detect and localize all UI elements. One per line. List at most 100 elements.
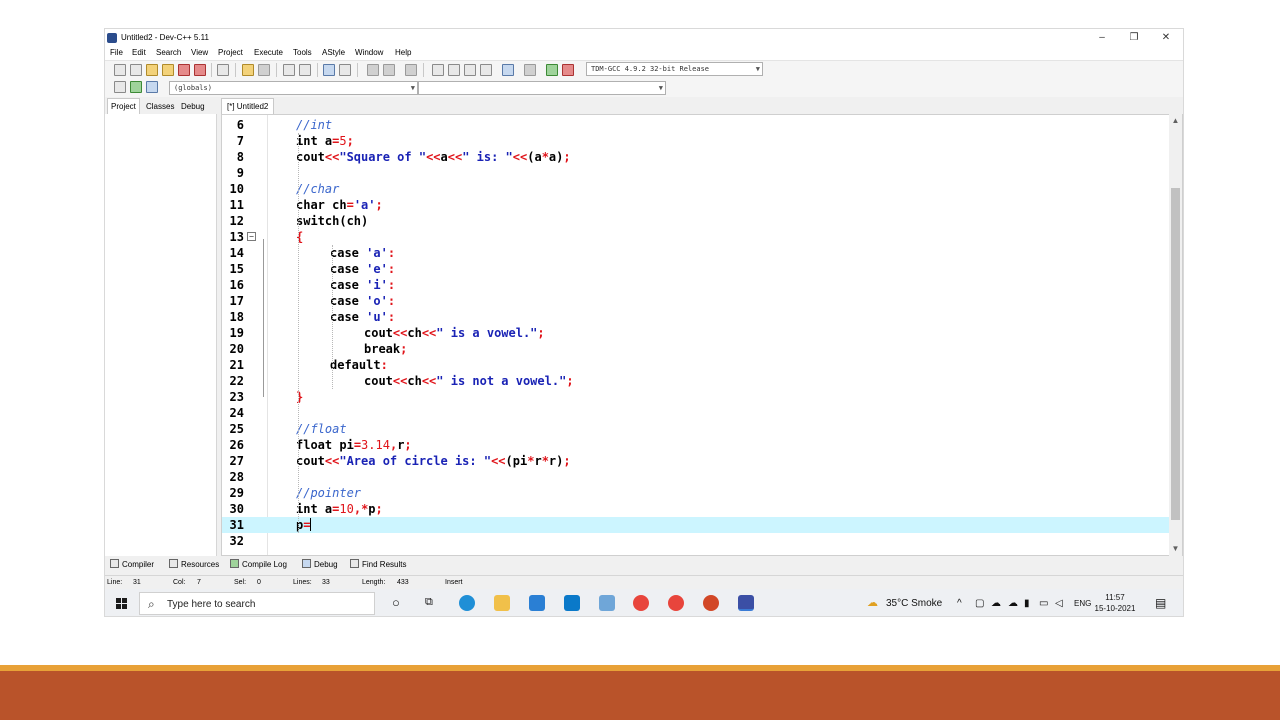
powerpoint-icon[interactable] xyxy=(703,595,719,611)
string: 'a' xyxy=(366,246,388,260)
cortana-icon[interactable]: ○ xyxy=(392,595,400,610)
line-number: 17 xyxy=(229,294,244,308)
menu-tools[interactable]: Tools xyxy=(293,48,312,57)
menu-astyle[interactable]: AStyle xyxy=(322,48,345,57)
tab-debug-output[interactable]: Debug xyxy=(302,559,338,569)
scrollbar-thumb[interactable] xyxy=(1171,188,1180,520)
semicolon: ; xyxy=(375,502,383,516)
open-project-icon[interactable] xyxy=(130,64,142,76)
syntax-check-icon[interactable] xyxy=(502,64,514,76)
editor-vertical-scrollbar[interactable]: ▲ ▼ xyxy=(1169,114,1182,556)
undo-icon[interactable] xyxy=(242,64,254,76)
save-icon[interactable] xyxy=(146,64,158,76)
chart-icon[interactable] xyxy=(546,64,558,76)
code-line: 16 case 'i': xyxy=(222,277,1172,293)
save-all-icon[interactable] xyxy=(162,64,174,76)
replace-icon[interactable] xyxy=(299,64,311,76)
line-number: 20 xyxy=(229,342,244,356)
bookmark-icon[interactable] xyxy=(405,64,417,76)
task-view-icon[interactable]: ⧉ xyxy=(425,596,433,609)
menu-execute[interactable]: Execute xyxy=(254,48,283,57)
line-number: 8 xyxy=(236,150,244,164)
store-icon[interactable] xyxy=(564,595,580,611)
speaker-icon[interactable]: ◁ xyxy=(1055,598,1063,609)
devcpp-taskbar-icon[interactable] xyxy=(738,595,754,611)
tab-classes[interactable]: Classes xyxy=(142,98,178,114)
mail-icon[interactable] xyxy=(529,595,545,611)
cloud-icon[interactable]: ☁ xyxy=(1008,598,1018,609)
line-number: 6 xyxy=(236,118,244,132)
menu-window[interactable]: Window xyxy=(355,48,383,57)
tab-project[interactable]: Project xyxy=(107,98,140,114)
identifier: ch xyxy=(407,374,422,388)
weather-text[interactable]: 35°C Smoke xyxy=(886,598,942,609)
chrome-icon[interactable] xyxy=(633,595,649,611)
weather-icon[interactable]: ☁ xyxy=(867,596,878,609)
tab-untitled2[interactable]: [*] Untitled2 xyxy=(221,98,275,114)
line-number: 25 xyxy=(229,422,244,436)
scroll-down-icon[interactable]: ▼ xyxy=(1170,543,1181,554)
rebuild-all-icon[interactable] xyxy=(480,64,492,76)
colon: : xyxy=(387,262,396,276)
scroll-up-icon[interactable]: ▲ xyxy=(1170,115,1181,126)
chevron-up-icon[interactable]: ^ xyxy=(957,598,962,609)
goto-line-icon[interactable] xyxy=(339,64,351,76)
redo-icon[interactable] xyxy=(258,64,270,76)
code-line: 32 xyxy=(222,533,1172,549)
find-icon[interactable] xyxy=(283,64,295,76)
run-icon[interactable] xyxy=(448,64,460,76)
close-all-icon[interactable] xyxy=(194,64,206,76)
edge-icon[interactable] xyxy=(459,595,475,611)
close-file-icon[interactable] xyxy=(178,64,190,76)
chrome-profile-icon[interactable] xyxy=(668,595,684,611)
tray-app-icon[interactable]: ▢ xyxy=(975,598,984,609)
screen: Untitled2 - Dev-C++ 5.11 – ❐ ✕ File Edit… xyxy=(0,0,1280,720)
toggle-view-icon[interactable] xyxy=(323,64,335,76)
stop-execution-icon[interactable] xyxy=(524,64,536,76)
print-icon[interactable] xyxy=(217,64,229,76)
compiler-select[interactable]: TDM-GCC 4.9.2 32-bit Release ▼ xyxy=(586,62,763,76)
main-toolbar: TDM-GCC 4.9.2 32-bit Release ▼ xyxy=(105,60,1183,78)
fold-toggle-icon[interactable]: − xyxy=(247,232,256,241)
code-editor[interactable]: 6 //int 7 int a=5; 8 cout<<"Square of "<… xyxy=(221,114,1183,556)
menu-file[interactable]: File xyxy=(110,48,123,57)
compile-icon[interactable] xyxy=(432,64,444,76)
tab-debug[interactable]: Debug xyxy=(177,98,209,114)
compiler-icon xyxy=(110,559,119,568)
toggle-bookmark-icon[interactable] xyxy=(130,81,142,93)
compile-run-icon[interactable] xyxy=(464,64,476,76)
new-file-icon[interactable] xyxy=(114,64,126,76)
onedrive-icon[interactable]: ☁ xyxy=(991,598,1001,609)
taskbar-clock[interactable]: 11:57 15-10-2021 xyxy=(1089,592,1141,614)
tab-find-results[interactable]: Find Results xyxy=(350,559,406,569)
menu-edit[interactable]: Edit xyxy=(132,48,146,57)
windows-taskbar: ⌕ Type here to search ○ ⧉ ☁ 35°C Smoke ^… xyxy=(105,589,1183,616)
members-select[interactable]: ▼ xyxy=(418,81,666,95)
minimize-button[interactable]: – xyxy=(1087,31,1117,45)
battery-icon[interactable]: ▭ xyxy=(1039,598,1048,609)
close-button[interactable]: ✕ xyxy=(1151,31,1181,45)
taskbar-search[interactable]: ⌕ Type here to search xyxy=(139,592,375,615)
string: 'e' xyxy=(366,262,388,276)
globals-select[interactable]: (globals) ▼ xyxy=(169,81,418,95)
indent-icon[interactable] xyxy=(367,64,379,76)
unindent-icon[interactable] xyxy=(383,64,395,76)
insert-icon[interactable] xyxy=(114,81,126,93)
menu-view[interactable]: View xyxy=(191,48,208,57)
microphone-icon[interactable]: ▮ xyxy=(1024,598,1030,609)
tab-compiler[interactable]: Compiler xyxy=(110,559,154,569)
tab-resources[interactable]: Resources xyxy=(169,559,219,569)
file-explorer-icon[interactable] xyxy=(494,595,510,611)
windows-start-icon[interactable] xyxy=(116,598,127,609)
menu-help[interactable]: Help xyxy=(395,48,411,57)
notification-icon[interactable]: ▤ xyxy=(1155,596,1166,610)
photos-icon[interactable] xyxy=(599,595,615,611)
goto-bookmark-icon[interactable] xyxy=(146,81,158,93)
debug-icon[interactable] xyxy=(562,64,574,76)
fold-line xyxy=(263,239,264,397)
tab-compile-log[interactable]: Compile Log xyxy=(230,559,287,569)
menu-project[interactable]: Project xyxy=(218,48,243,57)
restore-button[interactable]: ❐ xyxy=(1119,31,1149,45)
menu-search[interactable]: Search xyxy=(156,48,181,57)
identifier: p xyxy=(368,502,376,516)
